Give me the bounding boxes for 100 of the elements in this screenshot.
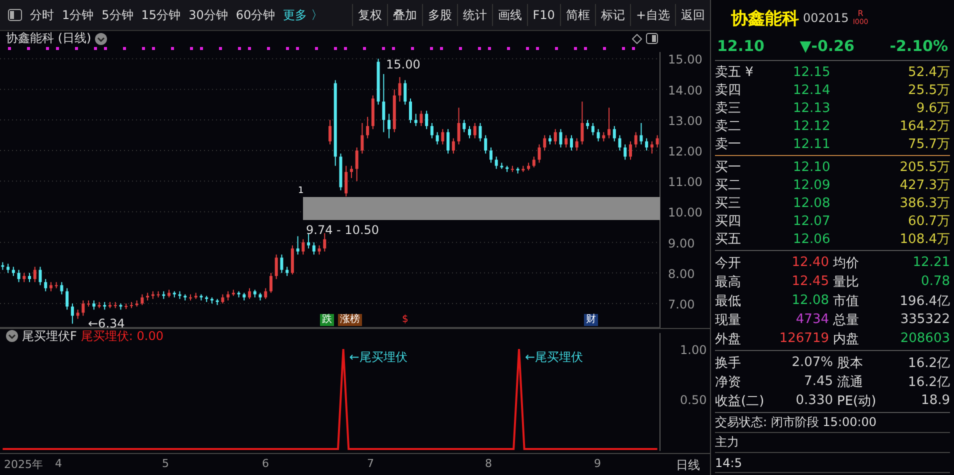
- candlestick: [570, 134, 573, 152]
- period-tab[interactable]: 15分钟: [137, 4, 185, 26]
- candlestick: [302, 238, 305, 256]
- toolbar-button[interactable]: 返回: [675, 4, 710, 26]
- ask-volume: 164.2万: [898, 118, 950, 135]
- candlestick: [543, 134, 546, 152]
- candlestick: [221, 294, 224, 304]
- toolbar-button[interactable]: 叠加: [386, 4, 422, 26]
- event-tag[interactable]: 涨榜: [338, 314, 362, 326]
- candlestick: [350, 165, 353, 179]
- signal-label: ←尾买埋伏: [524, 350, 584, 364]
- ask-level: 卖二: [715, 118, 742, 135]
- stat-value: 16.2亿: [907, 374, 950, 390]
- period-tab[interactable]: 1分钟: [58, 4, 98, 26]
- ask-price: 12.14: [793, 82, 832, 98]
- candlestick: [38, 266, 42, 286]
- candlestick: [624, 144, 627, 160]
- candlestick: [640, 122, 643, 145]
- indicator-axis-label: 1.00: [680, 343, 707, 357]
- price-axis-label: 13.00: [668, 114, 702, 128]
- period-tab[interactable]: 分时: [26, 4, 58, 26]
- period-tab[interactable]: 30分钟: [184, 4, 232, 26]
- toolbar-button[interactable]: 标记: [594, 4, 630, 26]
- toolbar-button[interactable]: +自选: [630, 4, 675, 26]
- candlestick: [420, 110, 423, 127]
- candlestick: [452, 138, 455, 154]
- candlestick: [650, 140, 654, 154]
- candlestick: [564, 134, 568, 148]
- toolbar-button[interactable]: 统计: [456, 4, 492, 26]
- stat-label: 今开: [715, 254, 742, 272]
- tick-time: 14:5: [715, 456, 742, 470]
- bid-level: 买二: [715, 177, 742, 194]
- stat-label: 总量: [833, 312, 860, 328]
- event-tag[interactable]: $: [400, 314, 410, 326]
- candlestick: [286, 266, 289, 276]
- toolbar-button[interactable]: 画线: [492, 4, 527, 26]
- ask-price: 12.13: [793, 100, 832, 116]
- candlestick: [591, 122, 594, 136]
- candlestick: [92, 300, 96, 310]
- panel-toggle-icon[interactable]: [646, 33, 658, 44]
- stat-value: 0.330: [794, 393, 834, 408]
- bid-price: 12.09: [793, 178, 832, 192]
- bid-volume: 427.3万: [898, 177, 950, 194]
- stat-value: 2.07%: [790, 355, 834, 370]
- price-axis-label: 11.00: [668, 175, 702, 190]
- bid-price: 12.06: [793, 232, 832, 246]
- candlestick: [366, 116, 370, 139]
- toolbar-button[interactable]: 简框: [560, 4, 595, 26]
- period-tab[interactable]: 60分钟: [232, 4, 280, 26]
- candlestick: [355, 146, 358, 182]
- stock-code: 002015: [803, 11, 849, 25]
- more-link[interactable]: 更多 〉: [279, 4, 327, 26]
- candlestick: [17, 269, 20, 283]
- candlestick: [70, 303, 74, 324]
- toolbar-button[interactable]: 多股: [422, 4, 457, 26]
- chart-title: 协鑫能科 (日线): [6, 30, 92, 47]
- dropdown-icon[interactable]: [95, 32, 108, 44]
- stat-value: 12.45: [790, 274, 830, 289]
- candlestick: [612, 126, 616, 142]
- candlestick: [484, 134, 488, 154]
- stat-label: 市值: [833, 292, 860, 310]
- ask-volume: 75.7万: [907, 136, 950, 153]
- toolbar-button[interactable]: F10: [526, 4, 560, 26]
- price-axis-label: 8.00: [668, 266, 695, 281]
- indicator-name: 尾买埋伏F: [22, 328, 77, 344]
- date-axis-label: 9: [594, 457, 601, 470]
- period-tab[interactable]: 5分钟: [98, 4, 138, 26]
- stat-label: 最高: [715, 274, 742, 290]
- date-axis-label: 2025年: [4, 457, 43, 472]
- stat-label: 流通: [837, 374, 864, 390]
- toolbar-button[interactable]: 复权: [352, 4, 387, 26]
- price-axis-label: 12.00: [668, 144, 702, 159]
- candlestick: [323, 232, 326, 252]
- ask-price: 12.11: [793, 136, 832, 152]
- change-percent: -2.10%: [890, 37, 948, 55]
- event-tag[interactable]: 跌: [320, 314, 334, 326]
- event-tag[interactable]: 财: [584, 314, 598, 326]
- bid-volume: 60.7万: [907, 213, 950, 230]
- candlestick: [318, 244, 321, 256]
- date-axis-label: 8: [485, 457, 492, 470]
- stat-value: 18.9: [920, 393, 950, 408]
- high-price-label: 15.00: [386, 58, 420, 72]
- trading-status: 交易状态: 闭市阶段 15:00:00: [715, 414, 877, 431]
- diamond-icon[interactable]: [632, 34, 642, 44]
- stat-label: 股本: [837, 354, 864, 372]
- candlestick: [6, 263, 10, 274]
- panel-toggle-icon[interactable]: [8, 9, 22, 21]
- candlestick: [280, 254, 284, 274]
- price-axis-label: 14.00: [668, 83, 702, 98]
- candlestick: [489, 146, 492, 164]
- signal-label: ←尾买埋伏: [349, 350, 408, 364]
- stat-label: 换手: [715, 354, 742, 372]
- candlestick: [82, 300, 85, 316]
- ask-volume: 9.6万: [915, 100, 950, 117]
- date-axis-label: 4: [55, 457, 62, 470]
- candlestick: [468, 126, 472, 139]
- dropdown-icon[interactable]: [6, 330, 18, 342]
- candlestick: [404, 80, 407, 106]
- candlestick: [548, 134, 552, 145]
- candlestick: [446, 128, 450, 154]
